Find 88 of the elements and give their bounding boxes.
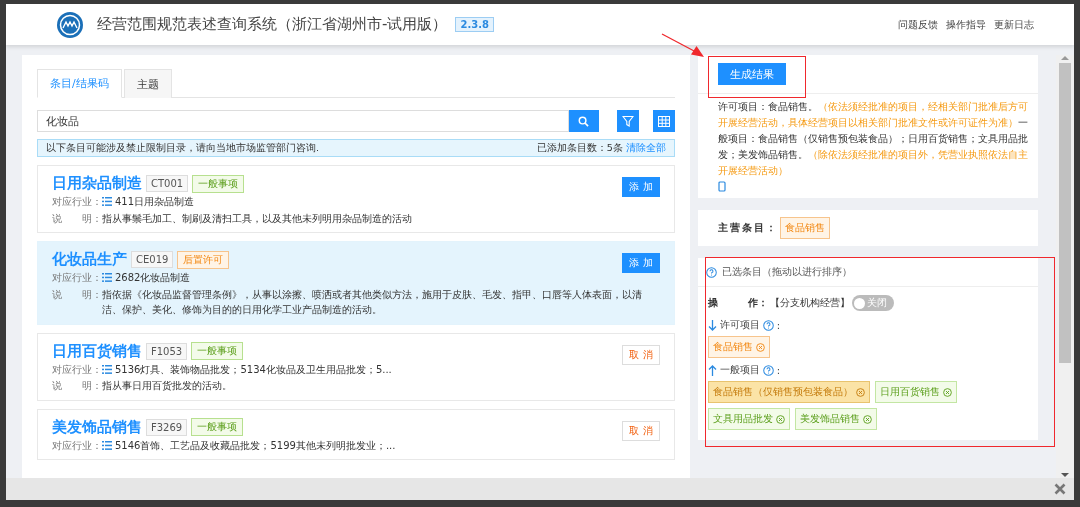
operation-label: 操 作：	[707, 296, 768, 310]
item-tag: 后置许可	[177, 250, 230, 269]
remove-icon[interactable]	[855, 387, 865, 397]
scroll-up-icon[interactable]	[1061, 55, 1070, 61]
remove-icon[interactable]	[755, 342, 765, 352]
grid-view-button[interactable]	[652, 110, 675, 132]
selected-items-title: 已选条目（拖动以进行排序）	[721, 265, 852, 279]
industry-label: 对应行业：	[52, 438, 102, 453]
list-icon	[102, 364, 112, 374]
industry-label: 对应行业：	[52, 362, 102, 377]
branch-toggle[interactable]: 关闭	[851, 295, 894, 311]
main-item-tag: 食品销售	[779, 217, 830, 239]
tab[interactable]: 条目/结果码	[37, 69, 122, 98]
item-code: F3269	[146, 418, 188, 436]
item-code: CE019	[131, 251, 174, 268]
search-icon	[578, 115, 590, 127]
down-arrow-icon	[707, 319, 717, 331]
notice-text: 以下条目可能涉及禁止限制目录，请向当地市场监管部门咨询.	[46, 141, 320, 155]
description-label: 说 明：	[52, 379, 102, 393]
list-icon	[102, 273, 112, 283]
description-text: 指从事日用百货批发的活动。	[102, 379, 232, 393]
grid-icon	[657, 115, 670, 127]
selected-tag[interactable]: 食品销售	[707, 336, 770, 358]
selected-tag[interactable]: 文具用品批发	[707, 408, 790, 430]
list-icon	[102, 197, 112, 207]
item-action-button[interactable]: 取 消	[622, 420, 660, 441]
item-name: 化妆品生产	[52, 250, 127, 269]
header-link[interactable]: 更新日志	[994, 17, 1034, 32]
item-card[interactable]: 美发饰品销售 F3269 一般事项 取 消 对应行业： 5146首饰、工艺品及收藏品批发；5199其他未列明批发业；...	[37, 408, 675, 460]
industry-label: 对应行业：	[52, 271, 102, 285]
item-code: F1053	[146, 342, 188, 360]
industry-text: 411日用杂品制造	[115, 195, 195, 209]
selected-tag[interactable]: 食品销售（仅销售预包装食品）	[707, 381, 870, 403]
description-label: 说 明：	[52, 211, 102, 226]
item-name: 美发饰品销售	[52, 417, 142, 437]
annotation-arrow	[660, 32, 705, 58]
industry-text: 2682化妆品制造	[115, 271, 191, 285]
item-card[interactable]: 化妆品生产 CE019 后置许可 添 加 对应行业： 2682化妆品制造 说 明：指依据《化妆品监督管理条例》，从事以涂擦、喷洒或者其他类似方法，施用于皮肤、毛发、指甲、口唇等人体表面，以清洁、保护、美化、修饰为目的的日用化学工业产品制造的活动。	[37, 241, 675, 325]
group-title: 一般项目	[719, 363, 760, 377]
description-text: 指从事鬃毛加工、制刷及清扫工具，以及其他未列明用杂品制造的活动	[102, 211, 412, 226]
description-text: 指依据《化妆品监督管理条例》，从事以涂擦、喷洒或者其他类似方法，施用于皮肤、毛发、指甲、口唇等人体表面，以清洁、保护、美化、修饰为目的的日用化学工业产品制造的活动。	[102, 287, 643, 317]
filter-icon	[621, 115, 634, 127]
copy-icon[interactable]	[717, 181, 726, 192]
main-item-label: 主营条目：	[717, 221, 778, 235]
search-button[interactable]	[568, 110, 599, 132]
clear-all-link[interactable]: 清除全部	[625, 141, 666, 155]
item-action-button[interactable]: 添 加	[622, 253, 660, 273]
item-tag: 一般事项	[192, 174, 245, 193]
app-title: 经营范围规范表述查询系统（浙江省湖州市-试用版）	[97, 15, 448, 34]
search-field[interactable]: 化妆品	[37, 110, 569, 132]
tab[interactable]: 主题	[123, 69, 172, 98]
remove-icon[interactable]	[862, 414, 872, 424]
item-name: 日用杂品制造	[52, 174, 142, 193]
item-tag: 一般事项	[191, 342, 244, 360]
industry-label: 对应行业：	[52, 195, 102, 209]
logo-icon	[57, 11, 83, 38]
item-action-button[interactable]: 取 消	[622, 344, 660, 365]
header-link[interactable]: 操作指导	[946, 17, 986, 32]
added-count: 已添加条目数：5条	[536, 141, 623, 155]
selected-tag[interactable]: 美发饰品销售	[794, 408, 877, 430]
help-icon[interactable]	[762, 364, 774, 376]
help-icon[interactable]	[705, 266, 717, 278]
result-text: 许可项目：食品销售。（依法须经批准的项目，经相关部门批准后方可开展经营活动，具体经营项目以相关部门批准文件或许可证件为准）一般项目：食品销售（仅销售预包装食品）；日用百货销售；文具用品批发；美发饰品销售。（除依法须经批准的项目外，凭营业执照依法自主开展经营活动）	[697, 93, 1039, 198]
scrollbar[interactable]	[1056, 55, 1074, 478]
colon-text: :	[776, 319, 781, 331]
generate-result-button[interactable]: 生成结果	[717, 63, 786, 85]
item-card[interactable]: 日用百货销售 F1053 一般事项 取 消 对应行业： 5136灯具、装饰物品批发；5134化妆品及卫生用品批发；5... 说 明：指从事日用百货批发的活动。	[37, 332, 675, 401]
remove-icon[interactable]	[942, 387, 952, 397]
item-tag: 一般事项	[191, 418, 244, 436]
close-icon[interactable]	[1054, 483, 1066, 495]
industry-text: 5136灯具、装饰物品批发；5134化妆品及卫生用品批发；5...	[115, 362, 392, 377]
item-card[interactable]: 日用杂品制造 CT001 一般事项 添 加 对应行业： 411日用杂品制造 说 明：指从事鬃毛加工、制刷及清扫工具，以及其他未列明用杂品制造的活动	[37, 165, 675, 233]
up-arrow-icon	[707, 364, 717, 376]
version-badge: 2.3.8	[455, 17, 494, 32]
remove-icon[interactable]	[775, 414, 785, 424]
help-icon[interactable]	[762, 319, 774, 331]
list-icon	[102, 440, 112, 450]
item-name: 日用百货销售	[52, 341, 142, 361]
item-code: CT001	[146, 175, 189, 192]
item-action-button[interactable]: 添 加	[622, 177, 660, 197]
description-label: 说 明：	[52, 287, 102, 302]
operation-value: 【分支机构经营】	[769, 296, 850, 310]
industry-text: 5146首饰、工艺品及收藏品批发；5199其他未列明批发业；...	[115, 438, 396, 453]
header-link[interactable]: 问题反馈	[898, 17, 938, 32]
colon-text: :	[776, 364, 781, 376]
filter-button[interactable]	[616, 110, 639, 132]
group-title: 许可项目	[719, 318, 760, 332]
selected-tag[interactable]: 日用百货销售	[874, 381, 957, 403]
